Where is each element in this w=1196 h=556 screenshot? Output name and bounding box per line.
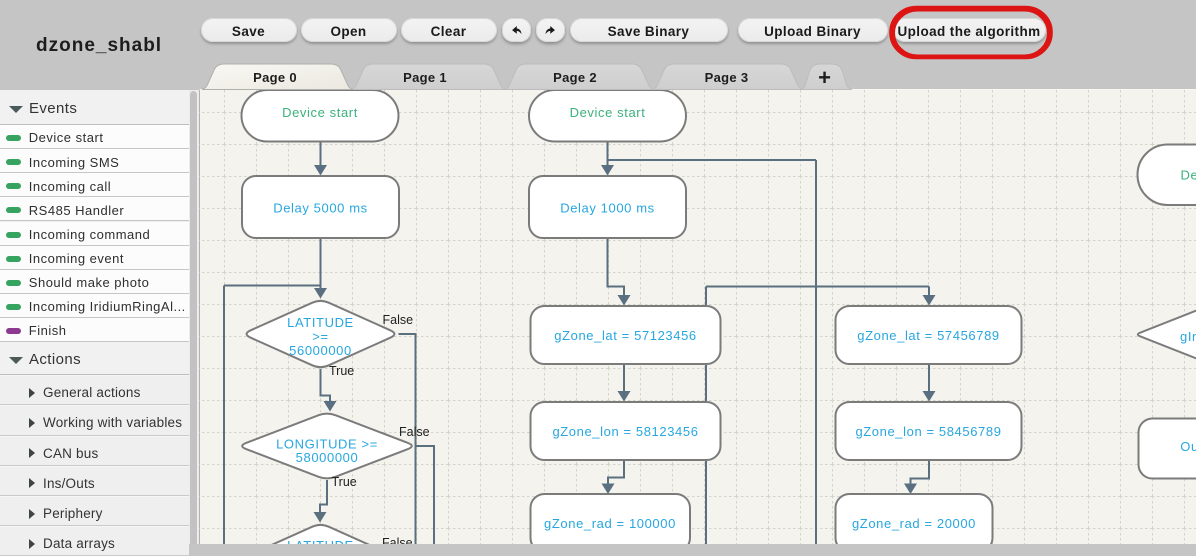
svg-text:Outputs: Outputs bbox=[1180, 439, 1196, 454]
svg-text:True: True bbox=[329, 364, 354, 378]
svg-text:False: False bbox=[382, 536, 413, 544]
svg-text:Page 0: Page 0 bbox=[253, 70, 297, 85]
svg-text:gInZone = 1: gInZone = 1 bbox=[1180, 329, 1196, 344]
svg-text:>=: >= bbox=[312, 329, 328, 344]
svg-text:LATITUDE: LATITUDE bbox=[287, 315, 354, 330]
svg-text:False: False bbox=[383, 313, 414, 327]
svg-text:Page 3: Page 3 bbox=[705, 70, 749, 85]
svg-text:gZone_lat = 57123456: gZone_lat = 57123456 bbox=[554, 328, 696, 343]
svg-text:LATITUDE: LATITUDE bbox=[287, 538, 354, 544]
svg-text:56000000: 56000000 bbox=[289, 343, 352, 358]
svg-text:Device start: Device start bbox=[570, 105, 646, 120]
svg-text:Delay 1000 ms: Delay 1000 ms bbox=[560, 201, 655, 216]
svg-text:gZone_rad = 20000: gZone_rad = 20000 bbox=[852, 516, 976, 531]
svg-text:gZone_lat = 57456789: gZone_lat = 57456789 bbox=[857, 328, 999, 343]
svg-text:gZone_lon = 58456789: gZone_lon = 58456789 bbox=[855, 424, 1001, 439]
svg-text:58000000: 58000000 bbox=[296, 450, 359, 465]
svg-text:Delay 5000 ms: Delay 5000 ms bbox=[273, 201, 368, 216]
svg-text:False: False bbox=[399, 425, 430, 439]
svg-text:Page 1: Page 1 bbox=[403, 70, 447, 85]
svg-text:True: True bbox=[332, 475, 357, 489]
svg-text:Device start: Device start bbox=[282, 105, 358, 120]
svg-text:+: + bbox=[818, 65, 831, 90]
svg-text:Device start: Device start bbox=[1181, 168, 1196, 183]
svg-text:Page 2: Page 2 bbox=[553, 70, 597, 85]
svg-text:gZone_rad = 100000: gZone_rad = 100000 bbox=[544, 516, 676, 531]
svg-text:gZone_lon = 58123456: gZone_lon = 58123456 bbox=[552, 424, 698, 439]
